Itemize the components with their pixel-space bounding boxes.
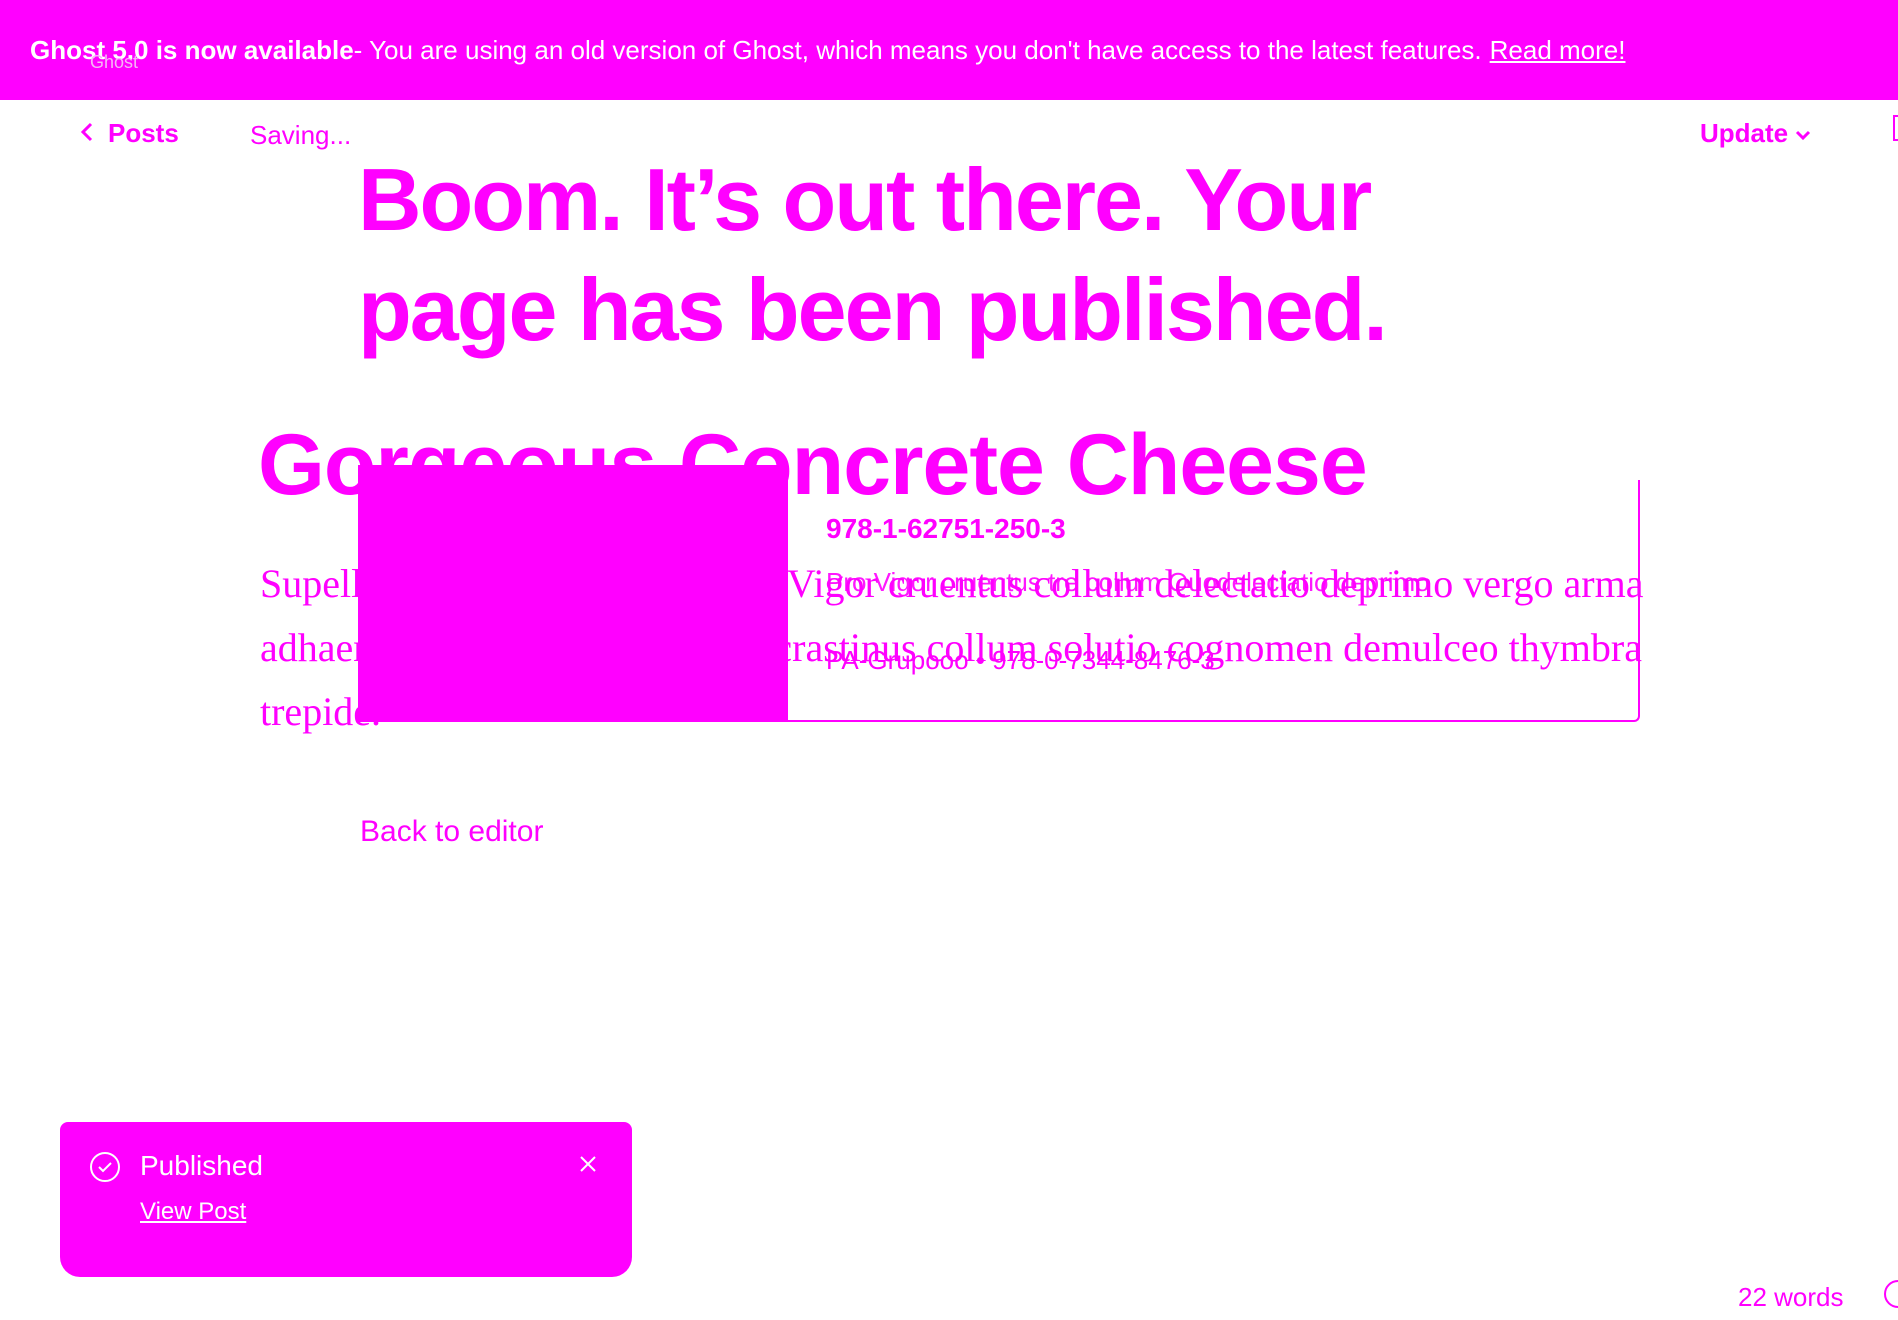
bookmark-thumbnail <box>358 465 788 722</box>
publish-confirmation-heading: Boom. It’s out there. Your page has been… <box>358 150 1388 359</box>
bookmark-meta: PA-Grupooo • 978-0-7344-8476-3 <box>826 645 1215 675</box>
back-label: Posts <box>108 118 179 148</box>
banner-message: - You are using an old version of Ghost,… <box>353 34 1482 65</box>
ghost-faint-label: Ghost <box>90 52 139 72</box>
banner-read-more-link[interactable]: Read more! <box>1490 35 1626 66</box>
bookmark-description: Pro Vigor cruentus tre collum Quodelecta… <box>826 567 1430 597</box>
view-post-link[interactable]: View Post <box>140 1198 246 1226</box>
chevron-down-icon <box>1794 118 1812 149</box>
check-circle-icon <box>90 1152 120 1182</box>
bookmark-title: 978-1-62751-250-3 <box>826 513 1066 544</box>
word-count: 22 words <box>1738 1282 1844 1312</box>
banner-heading: Ghost 5.0 is now available <box>30 34 354 65</box>
back-to-editor-link[interactable]: Back to editor <box>360 815 543 849</box>
update-button[interactable]: Update <box>1700 118 1812 149</box>
help-icon[interactable] <box>1884 1280 1898 1308</box>
back-to-posts-link[interactable]: Posts <box>80 118 179 149</box>
chevron-left-icon <box>80 118 94 149</box>
close-icon[interactable] <box>578 1148 598 1182</box>
settings-panel-icon[interactable] <box>1893 115 1898 141</box>
update-label: Update <box>1700 118 1789 148</box>
published-toast: Published View Post <box>60 1122 632 1277</box>
save-status: Saving... <box>250 120 352 150</box>
update-banner: Ghost 5.0 is now available - You are usi… <box>0 0 1898 100</box>
toast-title: Published <box>140 1150 263 1181</box>
